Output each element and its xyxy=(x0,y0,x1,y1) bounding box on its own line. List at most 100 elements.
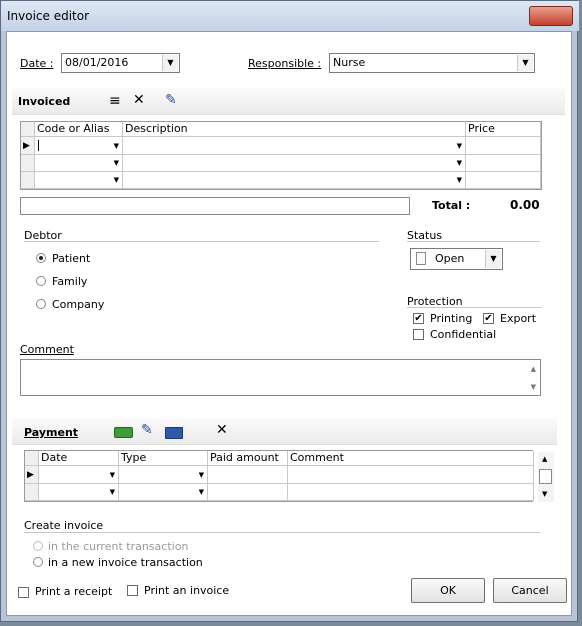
chevron-down-icon[interactable]: ▼ xyxy=(199,471,204,479)
column-header-paid-amount[interactable]: Paid amount xyxy=(208,451,288,466)
edit-icon[interactable]: ✎ xyxy=(165,93,177,107)
chevron-down-icon[interactable]: ▼ xyxy=(114,159,119,167)
document-icon xyxy=(416,252,426,265)
window-title: Invoice editor xyxy=(7,9,90,23)
current-transaction-label[interactable]: in the current transaction xyxy=(48,540,188,553)
invoice-note-field[interactable] xyxy=(20,197,410,215)
paid-amount-cell[interactable] xyxy=(208,484,288,501)
new-transaction-radio[interactable] xyxy=(33,557,43,567)
code-cell[interactable]: ▼ xyxy=(35,172,123,189)
checkmark-icon: ✔ xyxy=(484,313,493,324)
ok-button[interactable]: OK xyxy=(411,578,485,603)
price-cell[interactable] xyxy=(466,155,541,172)
invoiced-title: Invoiced xyxy=(18,95,71,108)
debtor-family-radio[interactable] xyxy=(36,276,46,286)
chevron-down-icon[interactable]: ▼ xyxy=(457,159,462,167)
title-bar[interactable]: Invoice editor xyxy=(1,1,579,31)
payment-type-cell[interactable]: ▼ xyxy=(119,484,208,501)
chevron-down-icon[interactable]: ▼ xyxy=(110,471,115,479)
debtor-company-radio[interactable] xyxy=(36,299,46,309)
code-cell[interactable]: ▼ xyxy=(35,137,123,155)
table-row[interactable]: ▶ xyxy=(21,137,35,155)
date-value: 08/01/2016 xyxy=(65,56,129,69)
print-receipt-label[interactable]: Print a receipt xyxy=(35,585,112,598)
column-header-price[interactable]: Price xyxy=(466,122,541,137)
cancel-button[interactable]: Cancel xyxy=(493,578,567,603)
chevron-down-icon[interactable]: ▼ xyxy=(457,142,462,150)
scroll-up-icon[interactable]: ▲ xyxy=(542,455,547,463)
delete-icon[interactable]: ✕ xyxy=(133,93,145,107)
payment-type-cell[interactable]: ▼ xyxy=(119,466,208,484)
column-header-date[interactable]: Date xyxy=(39,451,119,466)
card-icon[interactable] xyxy=(165,427,183,439)
column-header-type[interactable]: Type xyxy=(119,451,208,466)
current-transaction-radio[interactable] xyxy=(33,541,43,551)
column-header-description[interactable]: Description xyxy=(123,122,466,137)
chevron-down-icon[interactable]: ▼ xyxy=(114,176,119,184)
confidential-label[interactable]: Confidential xyxy=(430,328,496,341)
responsible-label: Responsible : xyxy=(248,57,322,70)
responsible-combo[interactable]: Nurse ▼ xyxy=(329,53,535,73)
responsible-value: Nurse xyxy=(333,56,366,69)
comment-textarea[interactable]: ▲ ▼ xyxy=(20,359,541,396)
printing-label[interactable]: Printing xyxy=(430,312,472,325)
chevron-down-icon[interactable]: ▼ xyxy=(162,55,178,71)
chevron-down-icon[interactable]: ▼ xyxy=(485,250,501,268)
scroll-thumb[interactable] xyxy=(539,469,552,484)
print-invoice-label[interactable]: Print an invoice xyxy=(144,584,229,597)
table-row[interactable] xyxy=(21,172,35,189)
delete-payment-icon[interactable]: ✕ xyxy=(216,423,228,437)
row-pointer-icon: ▶ xyxy=(27,470,34,480)
payment-scrollbar[interactable]: ▲ ▼ xyxy=(538,452,554,502)
payment-date-cell[interactable]: ▼ xyxy=(39,466,119,484)
create-invoice-title: Create invoice xyxy=(24,519,104,532)
payment-comment-cell[interactable] xyxy=(288,484,534,501)
confidential-checkbox[interactable] xyxy=(413,329,424,340)
row-pointer-icon: ▶ xyxy=(23,141,30,151)
table-row[interactable]: ▶ xyxy=(25,466,39,484)
payment-title: Payment xyxy=(24,426,79,439)
payment-comment-cell[interactable] xyxy=(288,466,534,484)
export-label[interactable]: Export xyxy=(500,312,536,325)
cash-icon[interactable] xyxy=(114,427,133,438)
payment-toolbar xyxy=(12,418,557,445)
column-header-code[interactable]: Code or Alias xyxy=(35,122,123,137)
payment-grid: Date Type Paid amount Comment ▶ ▼ ▼ ▼ ▼ xyxy=(24,450,534,502)
column-header-comment[interactable]: Comment xyxy=(288,451,534,466)
scroll-down-icon[interactable]: ▼ xyxy=(542,490,547,498)
price-cell[interactable] xyxy=(466,172,541,189)
invoiced-toolbar xyxy=(12,88,565,115)
scroll-down-icon[interactable]: ▼ xyxy=(531,383,536,391)
chevron-down-icon[interactable]: ▼ xyxy=(457,176,462,184)
export-checkbox[interactable]: ✔ xyxy=(483,313,494,324)
price-cell[interactable] xyxy=(466,137,541,155)
paid-amount-cell[interactable] xyxy=(208,466,288,484)
debtor-family-label[interactable]: Family xyxy=(52,275,87,288)
chevron-down-icon[interactable]: ▼ xyxy=(199,488,204,496)
description-cell[interactable]: ▼ xyxy=(123,172,466,189)
table-row[interactable] xyxy=(21,155,35,172)
print-invoice-checkbox[interactable] xyxy=(127,585,138,596)
printing-checkbox[interactable]: ✔ xyxy=(413,313,424,324)
payment-date-cell[interactable]: ▼ xyxy=(39,484,119,501)
table-row[interactable] xyxy=(25,484,39,501)
date-combo[interactable]: 08/01/2016 ▼ xyxy=(61,53,180,73)
print-receipt-checkbox[interactable] xyxy=(18,587,29,598)
close-button[interactable] xyxy=(529,6,573,26)
menu-icon[interactable]: ≡ xyxy=(109,94,121,108)
chevron-down-icon[interactable]: ▼ xyxy=(517,55,533,71)
checkmark-icon: ✔ xyxy=(414,313,423,324)
chevron-down-icon[interactable]: ▼ xyxy=(114,142,119,150)
description-cell[interactable]: ▼ xyxy=(123,155,466,172)
status-combo[interactable]: Open ▼ xyxy=(410,248,503,270)
debtor-patient-radio[interactable] xyxy=(36,253,46,263)
scroll-up-icon[interactable]: ▲ xyxy=(531,365,536,373)
code-cell[interactable]: ▼ xyxy=(35,155,123,172)
debtor-patient-label[interactable]: Patient xyxy=(52,252,90,265)
check-icon[interactable]: ✎ xyxy=(141,423,153,437)
debtor-company-label[interactable]: Company xyxy=(52,298,104,311)
description-cell[interactable]: ▼ xyxy=(123,137,466,155)
new-transaction-label[interactable]: in a new invoice transaction xyxy=(48,556,203,569)
status-value: Open xyxy=(435,252,465,265)
chevron-down-icon[interactable]: ▼ xyxy=(110,488,115,496)
